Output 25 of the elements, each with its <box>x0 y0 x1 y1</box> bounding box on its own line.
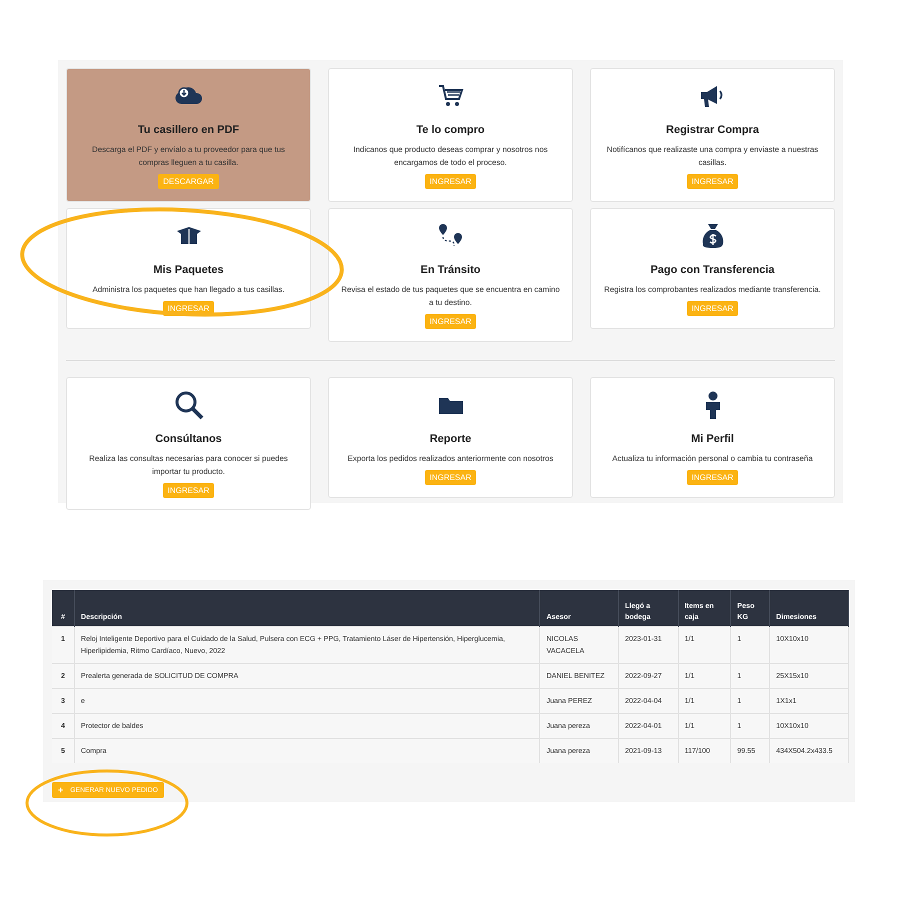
folder-icon <box>438 395 464 415</box>
plus-icon: + <box>58 785 64 795</box>
person-icon <box>704 391 720 419</box>
enter-button[interactable]: INGRESAR <box>686 174 738 189</box>
card-title: En Tránsito <box>420 264 480 276</box>
card-title: Registrar Compra <box>666 124 759 136</box>
box-icon <box>176 226 202 246</box>
enter-button[interactable]: INGRESAR <box>686 470 738 485</box>
card-title: Pago con Transferencia <box>650 264 775 276</box>
card-title: Tu casillero en PDF <box>138 124 240 136</box>
enter-button[interactable]: INGRESAR <box>424 470 476 485</box>
card-title: Mis Paquetes <box>153 264 224 276</box>
map-pins-icon <box>438 223 464 249</box>
money-bag-icon <box>700 223 724 249</box>
enter-button[interactable]: INGRESAR <box>424 314 476 329</box>
enter-button[interactable]: INGRESAR <box>686 301 738 316</box>
cart-icon <box>438 84 464 108</box>
card-title: Mi Perfil <box>691 433 734 445</box>
download-button[interactable]: DESCARGAR <box>158 174 219 189</box>
enter-button[interactable]: INGRESAR <box>162 483 214 498</box>
search-icon <box>174 390 204 420</box>
card-title: Reporte <box>430 433 472 445</box>
card-title: Consúltanos <box>155 433 222 445</box>
card-title: Te lo compro <box>416 124 485 136</box>
enter-button[interactable]: INGRESAR <box>424 174 476 189</box>
